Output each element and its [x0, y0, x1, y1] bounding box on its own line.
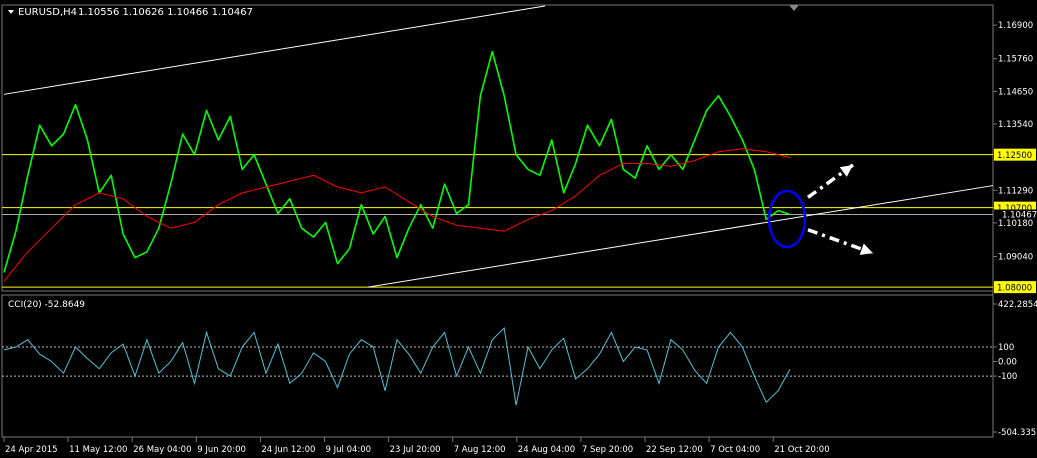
time-tick-label: 9 Jun 20:00: [197, 445, 246, 455]
projection-arrowhead: [859, 243, 873, 255]
level-label: 1.12500: [997, 151, 1032, 161]
price-line: [3, 50, 791, 273]
current-price-label: 1.10467: [1002, 210, 1037, 220]
price-tick-label: 1.09040: [998, 253, 1033, 263]
forex-chart: EURUSD,H4 1.10556 1.10626 1.10466 1.1046…: [1, 4, 1037, 455]
cci-axis: 422.2854 100 0.00 -100 -504.3352: [993, 300, 1037, 438]
price-tick-label: 1.14650: [998, 87, 1033, 97]
time-tick-label: 7 Sep 20:00: [582, 445, 633, 455]
shift-marker-icon[interactable]: [789, 5, 799, 11]
trendline: [367, 185, 994, 288]
chart-header: EURUSD,H4 1.10556 1.10626 1.10466 1.1046…: [8, 5, 799, 18]
time-tick-label: 9 Jul 04:00: [326, 445, 372, 455]
time-tick-label: 24 Aug 04:00: [518, 445, 575, 455]
ohlc-values: 1.10556 1.10626 1.10466 1.10467: [78, 7, 253, 18]
time-tick-label: 24 Jun 12:00: [261, 445, 315, 455]
time-axis: 24 Apr 2015 11 May 12:00 26 May 04:00 9 Jun…: [3, 437, 830, 455]
cci-line: [3, 326, 791, 406]
level-label: 1.08000: [997, 284, 1032, 294]
cci-series: [3, 326, 791, 406]
trendline: [3, 5, 546, 95]
cci-tick-label: -100: [998, 372, 1017, 382]
time-tick-label: 24 Apr 2015: [5, 445, 58, 455]
price-panel-frame: [1, 4, 994, 292]
price-axis: 1.169001.157601.146501.135401.112901.101…: [993, 21, 1037, 294]
cci-tick-label: 100: [998, 343, 1014, 353]
price-tick-label: 1.13540: [998, 120, 1033, 130]
oscillator-panel-frame: [1, 294, 994, 438]
time-tick-label: 7 Aug 12:00: [454, 445, 506, 455]
moving-average-line: [3, 148, 791, 282]
cci-tick-label: 422.2854: [998, 300, 1037, 310]
price-tick-label: 1.11290: [998, 186, 1033, 196]
time-tick-label: 23 Jul 20:00: [390, 445, 441, 455]
price-series: [3, 50, 791, 273]
symbol-label: EURUSD,H4: [18, 7, 77, 18]
horizontal-levels: [2, 154, 993, 288]
moving-average-series: [3, 148, 791, 282]
time-tick-label: 7 Oct 04:00: [710, 445, 760, 455]
cci-tick-label: -504.3352: [998, 428, 1037, 438]
time-tick-label: 21 Oct 20:00: [774, 445, 829, 455]
cci-tick-label: 0.00: [998, 358, 1017, 368]
trendlines: [3, 5, 994, 288]
cci-legend: CCI(20) -52.8649: [8, 300, 85, 310]
price-tick-label: 1.15760: [998, 55, 1033, 65]
time-tick-label: 26 May 04:00: [133, 445, 191, 455]
time-tick-label: 11 May 12:00: [69, 445, 127, 455]
dropdown-arrow-icon[interactable]: [8, 10, 14, 14]
time-tick-label: 22 Sep 12:00: [646, 445, 703, 455]
price-tick-label: 1.16900: [998, 21, 1033, 31]
